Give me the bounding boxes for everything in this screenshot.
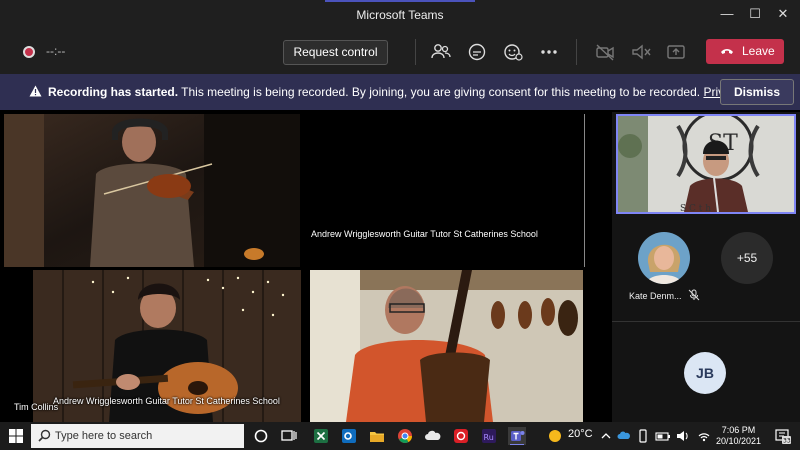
- windows-start-icon[interactable]: [7, 427, 25, 445]
- taskbar-clock[interactable]: 7:06 PM 20/10/2021: [716, 425, 761, 447]
- chrome-icon[interactable]: [396, 427, 414, 445]
- video-feed: [310, 270, 583, 422]
- video-tile[interactable]: Andrew Wrigglesworth Guitar Tutor St Cat…: [302, 114, 585, 267]
- video-tile[interactable]: Andrew Wrigglesworth Guitar Tutor St Cat…: [33, 270, 301, 422]
- sidebar-divider: [612, 321, 800, 322]
- onedrive-icon[interactable]: [424, 427, 442, 445]
- warning-icon: [29, 85, 42, 97]
- clock-time: 7:06 PM: [721, 425, 756, 435]
- meeting-toolbar: --:-- Request control Leave: [0, 30, 800, 74]
- chat-icon[interactable]: [466, 41, 488, 63]
- search-placeholder: Type here to search: [55, 430, 153, 442]
- leave-label: Leave: [742, 44, 775, 58]
- dismiss-button[interactable]: Dismiss: [720, 79, 794, 105]
- participants-icon[interactable]: [430, 41, 452, 63]
- participant-name-tim: Tim Collins: [14, 402, 59, 412]
- participant-avatar-kate[interactable]: [638, 232, 690, 284]
- camera-off-icon[interactable]: [594, 41, 616, 63]
- window-title: Microsoft Teams: [356, 8, 444, 22]
- title-bar: Microsoft Teams — ☐ ✕: [0, 0, 800, 30]
- svg-text:S C t h: S C t h: [680, 204, 711, 212]
- outlook-icon[interactable]: [340, 427, 358, 445]
- toolbar-divider: [576, 39, 577, 65]
- task-view-icon[interactable]: [280, 427, 298, 445]
- svg-text:Ru: Ru: [484, 433, 494, 442]
- minimize-button[interactable]: —: [713, 4, 741, 24]
- phone-hangup-icon: [721, 49, 733, 54]
- banner-title: Recording has started.: [48, 85, 179, 99]
- volume-icon[interactable]: [676, 427, 690, 445]
- search-icon: [38, 429, 51, 442]
- excel-icon[interactable]: [312, 427, 330, 445]
- participant-avatar-jb[interactable]: JB: [684, 352, 726, 394]
- file-explorer-icon[interactable]: [368, 427, 386, 445]
- recording-banner: Recording has started. This meeting is b…: [0, 74, 800, 110]
- weather-temperature[interactable]: 20°C: [568, 428, 593, 440]
- clock-date: 20/10/2021: [716, 436, 762, 446]
- video-stage: Andrew Wrigglesworth Guitar Tutor St Cat…: [0, 112, 612, 422]
- notification-count: 33: [783, 438, 791, 445]
- creative-cloud-icon[interactable]: [452, 427, 470, 445]
- video-feed: [4, 114, 300, 267]
- cortana-icon[interactable]: [252, 427, 270, 445]
- weather-sun-icon[interactable]: [547, 428, 563, 444]
- title-accent: [325, 0, 475, 2]
- usb-icon[interactable]: [637, 427, 649, 445]
- maximize-button[interactable]: ☐: [741, 4, 769, 24]
- onedrive-tray-icon[interactable]: [617, 427, 631, 445]
- leave-button[interactable]: Leave: [706, 39, 784, 64]
- avatar-photo: [638, 232, 690, 284]
- premiere-rush-icon[interactable]: Ru: [480, 427, 498, 445]
- banner-text: This meeting is being recorded. By joini…: [178, 85, 704, 99]
- network-icon[interactable]: [697, 427, 711, 445]
- teams-taskbar-icon[interactable]: [508, 427, 526, 445]
- taskbar-search-box[interactable]: Type here to search: [31, 424, 244, 448]
- active-speaker-video[interactable]: ST S C t h: [616, 114, 796, 214]
- meeting-timer: --:--: [46, 44, 66, 58]
- participant-caption: Andrew Wrigglesworth Guitar Tutor St Cat…: [311, 229, 538, 239]
- notification-icon: 33: [775, 429, 791, 445]
- participant-sidebar: ST S C t h +55 Kate Denm... JB: [612, 112, 800, 422]
- video-tile[interactable]: [4, 114, 300, 267]
- share-screen-icon[interactable]: [665, 41, 687, 63]
- participant-caption: Andrew Wrigglesworth Guitar Tutor St Cat…: [53, 396, 280, 406]
- windows-taskbar: Type here to search Ru 20°C 7:06 PM 20/1…: [0, 422, 800, 450]
- notification-center-button[interactable]: 33: [775, 428, 791, 445]
- recording-icon: [23, 46, 35, 58]
- participant-name-kate: Kate Denm...: [629, 291, 682, 301]
- show-hidden-icons-icon[interactable]: [600, 427, 612, 445]
- speaker-muted-icon[interactable]: [630, 41, 652, 63]
- video-tile[interactable]: [310, 270, 583, 422]
- reactions-icon[interactable]: [502, 41, 524, 63]
- video-feed: ST S C t h: [618, 116, 794, 212]
- toolbar-divider: [415, 39, 416, 65]
- banner-message: Recording has started. This meeting is b…: [48, 85, 777, 99]
- battery-icon[interactable]: [655, 427, 671, 445]
- request-control-button[interactable]: Request control: [283, 40, 388, 65]
- more-participants-button[interactable]: +55: [721, 232, 773, 284]
- more-actions-icon[interactable]: [538, 41, 560, 63]
- close-button[interactable]: ✕: [769, 4, 797, 24]
- mic-off-icon: [688, 289, 700, 301]
